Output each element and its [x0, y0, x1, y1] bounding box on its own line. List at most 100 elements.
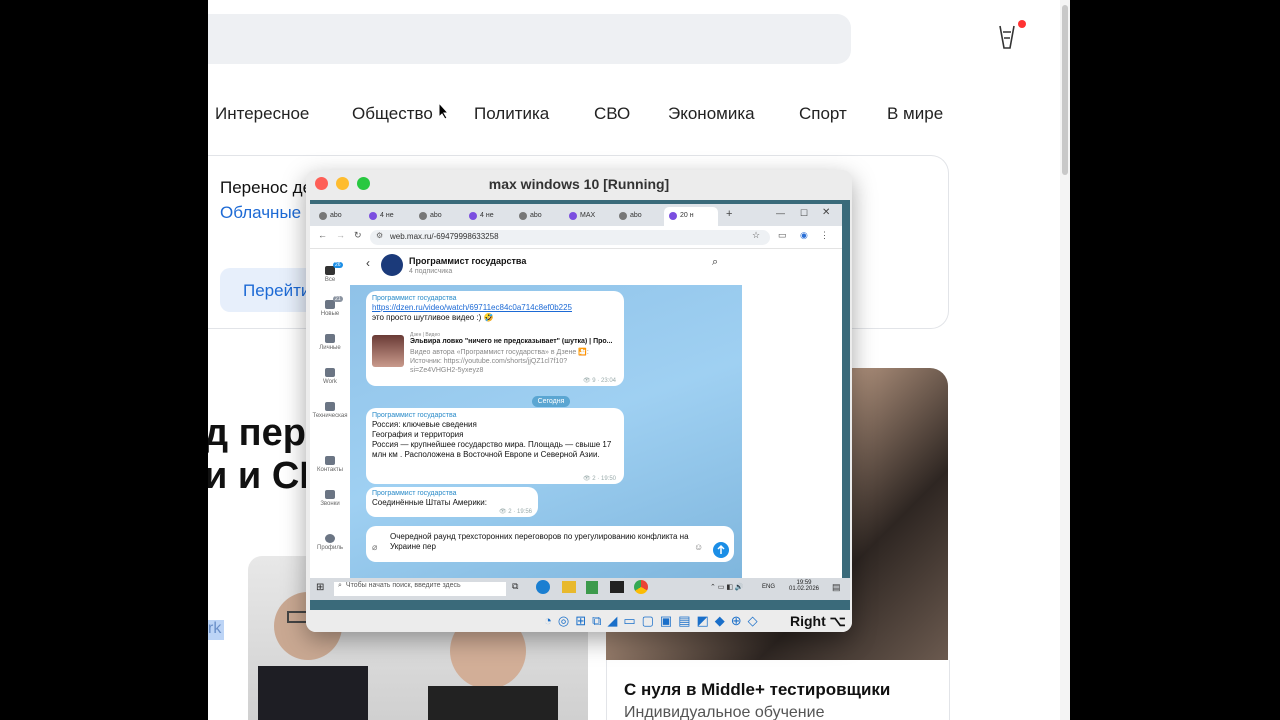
- url-text[interactable]: web.max.ru/-69479998633258: [390, 232, 499, 241]
- new-tab-button[interactable]: +: [726, 208, 732, 220]
- message-text: Россия: ключевые сведения: [372, 420, 477, 429]
- guest-screen[interactable]: abo 4 не abo 4 не abo MAX abo 20 н + — ☐…: [310, 200, 850, 610]
- message-text: Соединённые Штаты Америки:: [372, 498, 487, 507]
- notepad-icon[interactable]: [586, 581, 598, 594]
- back-icon[interactable]: ←: [318, 230, 327, 240]
- emoji-icon[interactable]: ☺: [694, 542, 703, 552]
- nav-item-interesting[interactable]: Интересное: [215, 104, 309, 124]
- message-bubble[interactable]: Программист государства Россия: ключевые…: [366, 408, 624, 484]
- promo-subtitle[interactable]: Облачные с: [220, 203, 314, 223]
- message-author: Программист государства: [372, 295, 457, 302]
- chat-title[interactable]: Программист государства: [409, 256, 526, 266]
- search-icon[interactable]: ⌕: [712, 256, 718, 269]
- link-preview-thumbnail[interactable]: [372, 335, 404, 367]
- message-link[interactable]: https://dzen.ru/video/watch/69711ec84c0a…: [366, 302, 624, 313]
- sidebar-item-calls[interactable]: Звонки: [310, 490, 350, 507]
- nav-item-politics[interactable]: Политика: [474, 104, 549, 124]
- message-meta: 👁 2 · 19:56: [499, 509, 532, 515]
- clock[interactable]: 19:59 01.02.2026: [786, 580, 822, 592]
- taskbar-search[interactable]: ⌕ Чтобы начать поиск, введите здесь: [334, 582, 506, 596]
- browser-tab-active[interactable]: 20 н: [664, 207, 718, 226]
- tab-favicon-icon: [469, 212, 477, 220]
- minimize-icon[interactable]: —: [776, 208, 785, 218]
- chat-subscribers: 4 подписчика: [409, 268, 453, 275]
- sidebar-panel-icon[interactable]: ▭: [778, 230, 787, 241]
- site-info-icon[interactable]: ⚙: [376, 231, 383, 240]
- nav-item-economy[interactable]: Экономика: [668, 104, 755, 124]
- bookmark-star-icon[interactable]: ☆: [752, 230, 760, 241]
- send-button[interactable]: [713, 542, 729, 558]
- tab-favicon-icon: [669, 212, 677, 220]
- guest-browser: abo 4 не abo 4 не abo MAX abo 20 н + — ☐…: [310, 204, 842, 578]
- tab-favicon-icon: [519, 212, 527, 220]
- notifications-icon[interactable]: ▤: [832, 582, 841, 593]
- edge-icon[interactable]: [536, 580, 550, 594]
- sidebar-item-work[interactable]: Work: [310, 368, 350, 385]
- message-author: Программист государства: [372, 412, 457, 419]
- host-key-indicator: Right ⌥: [790, 613, 846, 629]
- vm-window: max windows 10 [Running] abo 4 не abo 4 …: [306, 170, 852, 632]
- browser-tab[interactable]: abo: [314, 207, 362, 226]
- profile-icon[interactable]: ◉: [800, 230, 808, 241]
- terminal-icon[interactable]: [610, 581, 624, 593]
- attach-icon[interactable]: ⌀: [372, 542, 377, 553]
- notification-dot: [1018, 20, 1026, 28]
- message-text: Россия — крупнейшее государство мира. Пл…: [372, 440, 612, 459]
- tab-favicon-icon: [369, 212, 377, 220]
- sidebar-item-new[interactable]: Новые: [310, 300, 350, 317]
- search-input[interactable]: [208, 14, 851, 64]
- preview-title[interactable]: Эльвира ловко "ничего не предсказывает" …: [410, 338, 622, 345]
- sidebar-item-all[interactable]: Все: [310, 266, 350, 283]
- message-meta: 👁 2 · 19:50: [583, 476, 616, 482]
- task-view-icon[interactable]: ⧉: [512, 581, 518, 592]
- message-text: География и территория: [372, 430, 464, 439]
- forward-icon[interactable]: →: [336, 230, 345, 240]
- back-icon[interactable]: ‹: [366, 256, 370, 270]
- news-card-title[interactable]: С нуля в Middle+ тестировщики: [624, 680, 890, 700]
- nav-item-world[interactable]: В мире: [887, 104, 943, 124]
- language-indicator[interactable]: ENG: [762, 584, 775, 590]
- close-icon[interactable]: ✕: [822, 207, 830, 218]
- maximize-icon[interactable]: ☐: [800, 208, 808, 219]
- vbox-device-icons[interactable]: ◔◎⊞⧉◢▭▢▣▤◩◆⊕◇: [544, 613, 764, 629]
- chat-avatar[interactable]: [381, 254, 403, 276]
- page-scrollbar-thumb[interactable]: [1062, 5, 1068, 175]
- browser-tab[interactable]: abo: [414, 207, 462, 226]
- tab-favicon-icon: [619, 212, 627, 220]
- message-text: это просто шутливое видео :) 🤣: [372, 313, 494, 322]
- browser-tab[interactable]: 4 не: [364, 207, 412, 226]
- selected-text: rk: [208, 620, 224, 640]
- composer-text[interactable]: Очередной раунд трехсторонних переговоро…: [390, 532, 690, 552]
- nav-item-svo[interactable]: СВО: [594, 104, 630, 124]
- browser-tab[interactable]: MAX: [564, 207, 612, 226]
- news-card-subtitle: Индивидуальное обучение: [624, 704, 825, 720]
- message-bubble[interactable]: Программист государства https://dzen.ru/…: [366, 291, 624, 386]
- message-bubble[interactable]: Программист государства Соединённые Штат…: [366, 487, 538, 517]
- browser-tab[interactable]: abo: [514, 207, 562, 226]
- explorer-icon[interactable]: [562, 581, 576, 593]
- nav-item-sport[interactable]: Спорт: [799, 104, 847, 124]
- headline-line-1[interactable]: д пер: [208, 412, 306, 455]
- sidebar-item-contacts[interactable]: Контакты: [310, 456, 350, 473]
- promo-button-label[interactable]: Перейти: [243, 281, 310, 301]
- nav-item-society[interactable]: Общество: [352, 104, 433, 124]
- system-tray-icons[interactable]: ⌃ ▭ ◧ 🔊: [710, 583, 744, 591]
- sidebar-item-personal[interactable]: Личные: [310, 334, 350, 351]
- tab-favicon-icon: [569, 212, 577, 220]
- menu-icon[interactable]: ⋮: [820, 230, 829, 241]
- promo-title: Перенос де: [220, 178, 313, 197]
- chrome-icon[interactable]: [634, 580, 648, 594]
- vm-title: max windows 10 [Running]: [488, 176, 670, 192]
- sidebar-item-profile[interactable]: Профиль: [310, 534, 350, 551]
- badge-all: 26: [333, 262, 343, 268]
- sidebar-item-technical[interactable]: Техническая: [310, 402, 350, 419]
- message-composer[interactable]: ⌀ Очередной раунд трехсторонних перегово…: [366, 526, 734, 562]
- badge-new: 21: [333, 296, 343, 302]
- windows-start-icon[interactable]: ⊞: [316, 582, 324, 593]
- message-meta: 👁 9 · 23:04: [583, 378, 616, 384]
- reload-icon[interactable]: ↻: [354, 230, 362, 241]
- browser-tab[interactable]: abo: [614, 207, 662, 226]
- preview-description: Видео автора «Программист государства» в…: [410, 349, 589, 374]
- browser-tab[interactable]: 4 не: [464, 207, 512, 226]
- tab-favicon-icon: [419, 212, 427, 220]
